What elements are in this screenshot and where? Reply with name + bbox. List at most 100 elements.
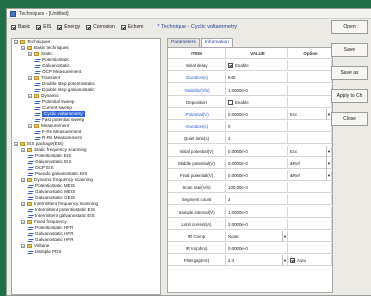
tab-parameters[interactable]: Parameters (167, 38, 200, 47)
expander-icon[interactable]: − (14, 142, 18, 147)
parameter-value[interactable]: 100.00e-3 (226, 182, 288, 194)
filter-checkbox[interactable] (120, 24, 126, 30)
expander-icon[interactable]: − (14, 40, 18, 45)
expander-icon[interactable]: − (28, 52, 32, 57)
option-cell (288, 206, 332, 218)
auto-checkbox[interactable] (290, 258, 295, 264)
column-header: Option (288, 48, 332, 59)
expander-icon[interactable]: − (21, 148, 25, 153)
parameter-name: Sample interval(V) (168, 206, 226, 218)
filter-checkbox[interactable] (36, 24, 42, 30)
parameter-name: Filtergap(Hz) (168, 255, 226, 267)
waveform-icon (27, 226, 34, 230)
filter-energy[interactable]: Energy (57, 24, 80, 30)
title-bar: Techniques - [Untitled] (7, 9, 371, 19)
expander-icon[interactable]: − (28, 124, 32, 129)
option-dropdown[interactable]: Ecc ▼ (288, 109, 332, 120)
app-icon (10, 10, 16, 17)
parameter-name: -Duration(s) (168, 72, 226, 84)
apply-to-ch-button[interactable]: Apply to Ch (331, 89, 368, 103)
technique-tree[interactable]: − Techniques − Basic techniques − Static Poten… (11, 38, 161, 295)
filter-eis[interactable]: EIS (36, 24, 51, 30)
expander-icon[interactable]: − (21, 220, 25, 225)
filter-label: Echem (127, 24, 144, 30)
option-dropdown[interactable]: &Ref ▼ (288, 157, 332, 169)
parameter-value[interactable]: 0.0000e-0 (226, 243, 288, 255)
parameter-name: Middle potential(V) (168, 157, 226, 169)
folder-icon (34, 124, 39, 128)
grid-row: Final potential(V) 0.0000e-0 &Ref ▼ (168, 170, 332, 181)
parameter-value[interactable]: 0.0000e-0 (226, 170, 288, 181)
parameter-value[interactable]: 0.0000e-0 (226, 157, 288, 169)
chevron-down-icon[interactable]: ▼ (326, 170, 331, 181)
parameter-value[interactable]: 2.0000e-0 (226, 218, 288, 230)
parameter-value-dropdown[interactable]: None ▼ (226, 231, 288, 242)
tab-information[interactable]: Information (200, 38, 233, 47)
parameter-value[interactable]: 1.0000e-0 (226, 84, 288, 96)
waveform-icon (27, 214, 34, 218)
waveform-icon (27, 232, 34, 236)
expander-icon[interactable]: − (21, 46, 25, 51)
parameter-value[interactable]: 0.0000e-0 (226, 109, 288, 120)
parameter-name: -Stability(V/s) (168, 84, 226, 96)
option-cell (288, 243, 332, 255)
filter-echem[interactable]: Echem (120, 24, 144, 30)
parameter-value[interactable]: 1.0000e-0 (226, 206, 288, 218)
parameter-name: Scan rate(V/s) (168, 182, 226, 194)
folder-icon (34, 94, 39, 98)
column-header: VALUE (226, 48, 288, 59)
expander-icon[interactable]: − (28, 94, 32, 99)
waveform-icon (27, 196, 34, 200)
parameter-name: Segment count (168, 194, 226, 206)
close-button[interactable]: Close (331, 112, 368, 126)
filter-checkbox[interactable] (11, 24, 16, 30)
waveform-icon (34, 70, 41, 74)
option-checkbox[interactable]: Auto (288, 255, 332, 267)
filter-basic[interactable]: Basic (11, 24, 30, 30)
chevron-down-icon[interactable]: ▼ (326, 157, 331, 169)
folder-icon (27, 178, 32, 182)
option-dropdown[interactable]: Ecc ▼ (288, 145, 332, 157)
expander-icon[interactable]: − (21, 244, 25, 249)
chevron-down-icon[interactable]: ▼ (282, 231, 287, 242)
chevron-down-icon[interactable]: ▼ (326, 145, 331, 157)
waveform-icon (34, 88, 41, 92)
expander-icon[interactable]: − (21, 178, 25, 183)
enable-checkbox[interactable] (228, 63, 233, 69)
parameter-value-dropdown[interactable]: 2.4 ▼ (226, 255, 288, 267)
parameter-name: IR Comp (168, 231, 226, 242)
parameter-value[interactable]: 640 (226, 72, 288, 84)
checkbox-label: Auto (297, 258, 307, 264)
parameter-name: -Potential(V) (168, 109, 226, 120)
option-dropdown[interactable]: &Ref ▼ (288, 170, 332, 181)
tree-item[interactable]: Multiple PDS (12, 249, 160, 255)
parameter-value[interactable]: 0 (226, 121, 288, 133)
filter-corrosion[interactable]: Corrosion (86, 24, 115, 30)
save-as-button[interactable]: Save as (331, 66, 368, 80)
waveform-icon (27, 172, 34, 176)
filter-checkbox[interactable] (86, 24, 92, 30)
filter-checkbox[interactable] (57, 24, 63, 30)
parameter-value[interactable]: Enable (226, 96, 288, 108)
parameter-value[interactable]: 2 (226, 133, 288, 145)
open-button[interactable]: Open (331, 20, 368, 34)
grid-row: Scan rate(V/s) 100.00e-3 (168, 182, 332, 194)
folder-icon (27, 220, 32, 224)
parameter-value[interactable]: 3 (226, 194, 288, 206)
folder-icon (20, 40, 25, 44)
waveform-icon (27, 208, 34, 212)
technique-subtitle: * Technique - Cyclic voltammetry (157, 24, 238, 30)
parameter-value[interactable]: 0.0000e-0 (226, 145, 288, 157)
chevron-down-icon[interactable]: ▼ (282, 255, 287, 267)
grid-row: -Potential(V) 0.0000e-0 Ecc ▼ (168, 109, 332, 120)
parameter-value[interactable]: Enable (226, 60, 288, 72)
parameter-name: Final potential(V) (168, 170, 226, 181)
save-button[interactable]: Save (331, 43, 368, 57)
action-buttons: Open Save Save as Apply to Ch Close (331, 20, 368, 135)
parameter-name: -Duration(s) (168, 121, 226, 133)
tree-item-label: Multiple PDS (35, 249, 62, 254)
checkbox-label: Enable (235, 99, 249, 105)
expander-icon[interactable]: − (28, 76, 32, 81)
expander-icon[interactable]: − (21, 202, 25, 207)
enable-checkbox[interactable] (228, 99, 233, 105)
